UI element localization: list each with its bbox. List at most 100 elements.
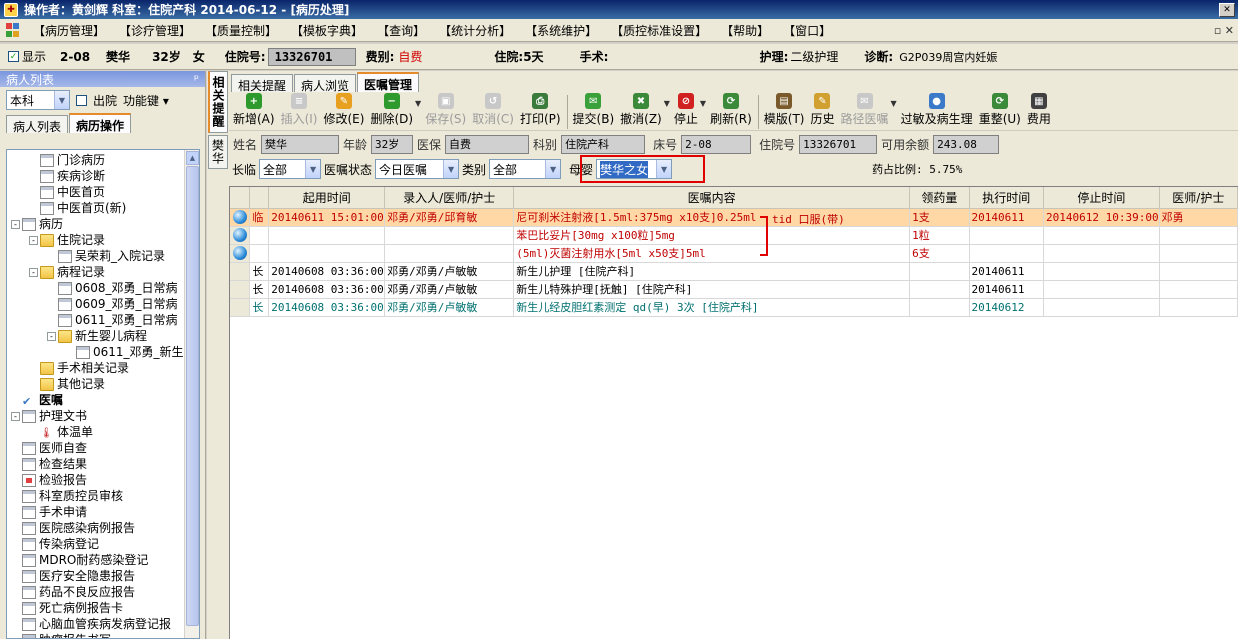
col-stop-time[interactable]: 停止时间 [1043,187,1160,209]
menu-item-6[interactable]: 【系统维护】 [518,22,604,39]
tree-item[interactable]: 医疗安全隐患报告 [11,568,183,584]
row-marker[interactable] [230,298,251,317]
cell-qty[interactable]: 1粒 [909,226,970,245]
cell-start[interactable]: 20140608 03:36:00 [268,262,386,281]
toolbar-button-14[interactable]: ● 过敏及病生理 [901,93,973,127]
cell-kind[interactable]: 长 [249,280,270,299]
tree-item[interactable]: 0611_邓勇_新生 [11,344,184,360]
vtab-patient[interactable]: 樊华 [208,135,228,169]
tab-record-operation[interactable]: 病历操作 [69,113,132,133]
col-order-content[interactable]: 医嘱内容 [513,187,911,209]
menu-item-8[interactable]: 【帮助】 [714,22,776,39]
menu-item-2[interactable]: 【质量控制】 [198,22,284,39]
tree-item[interactable]: 中医首页 [11,184,183,200]
collapse-icon[interactable]: - [47,331,56,341]
tree-item[interactable]: 其他记录 [11,376,183,392]
chevron-down-icon[interactable]: ▼ [443,160,459,178]
cell-exec[interactable]: 20140611 [969,262,1045,281]
toolbar-button-0[interactable]: + 新增(A) [233,93,275,127]
tree-item[interactable]: 吴荣莉_入院记录 [11,248,183,264]
cell-doc[interactable] [1159,226,1238,245]
table-row[interactable]: (5ml)灭菌注射用水[5ml x50支]5ml 6支 [230,244,1238,263]
long-temp-combo[interactable]: 全部 ▼ [259,159,322,179]
col-marker[interactable] [230,187,251,209]
cell-stop[interactable] [1043,262,1160,281]
tree-item[interactable]: 🌡 体温单 [11,424,183,440]
dropdown-arrow-icon[interactable]: ▼ [415,99,421,108]
cell-who[interactable]: 邓勇/邓勇/卢敏敏 [384,280,515,299]
toolbar-button-13[interactable]: ✉ 路径医嘱 [841,93,889,127]
cell-stop[interactable] [1043,226,1160,245]
toolbar-button-4[interactable]: ▣ 保存(S) [425,93,466,127]
collapse-icon[interactable]: - [29,235,38,245]
col-doctor-nurse[interactable]: 医师/护士 [1159,187,1238,209]
cell-doc[interactable] [1159,262,1238,281]
cell-exec[interactable]: 20140611 [969,208,1045,227]
tree-item[interactable]: 肿瘤报告书写 [11,632,183,638]
col-start-time[interactable]: 起用时间 [268,187,386,209]
scroll-up-icon[interactable]: ▲ [186,151,199,165]
cell-who[interactable] [384,244,515,263]
cell-stop[interactable] [1043,280,1160,299]
cell-exec[interactable] [969,244,1045,263]
close-window-button[interactable]: ✕ [1219,2,1235,17]
dropdown-arrow-icon[interactable]: ▼ [700,99,706,108]
cell-start[interactable]: 20140608 03:36:00 [268,298,386,317]
menu-item-4[interactable]: 【查询】 [370,22,432,39]
discharge-checkbox[interactable] [76,94,87,106]
cell-stop[interactable]: 20140612 10:39:00 [1043,208,1160,227]
row-marker[interactable] [230,208,251,227]
tree-item[interactable]: - 病历 [11,216,183,232]
tree-item[interactable]: 死亡病例报告卡 [11,600,183,616]
cell-qty[interactable]: 1支 [909,208,970,227]
tree-item[interactable]: - 病程记录 [11,264,183,280]
toolbar-button-5[interactable]: ↺ 取消(C) [472,93,514,127]
cell-doc[interactable]: 邓勇 [1159,208,1238,227]
table-row[interactable]: 长 20140608 03:36:00 邓勇/邓勇/卢敏敏 新生儿护理 [住院产科] 2… [230,262,1238,281]
type-combo[interactable]: 全部 ▼ [489,159,562,179]
menu-item-0[interactable]: 【病历管理】 [26,22,112,39]
toolbar-button-16[interactable]: ▦ 费用 [1027,93,1051,127]
tree-item[interactable]: 0609_邓勇_日常病 [11,296,183,312]
tree-item[interactable]: 0608_邓勇_日常病 [11,280,183,296]
table-row[interactable]: 苯巴比妥片[30mg x100粒]5mg 1粒 [230,226,1238,245]
collapse-icon[interactable]: - [11,411,20,421]
cell-content[interactable]: 新生儿特殊护理[抚触] [住院产科] [513,280,911,299]
show-checkbox[interactable]: ✓ [8,51,19,62]
row-marker[interactable] [230,280,251,299]
row-marker[interactable] [230,226,251,245]
menu-item-7[interactable]: 【质控标准设置】 [604,22,714,39]
cell-content[interactable]: 尼可刹米注射液[1.5ml:375mg x10支]0.25ml [513,208,911,227]
toolbar-button-12[interactable]: ✎ 历史 [810,93,835,127]
cell-start[interactable]: 20140608 03:36:00 [268,280,386,299]
tree-item[interactable]: 心脑血管疾病发病登记报 [11,616,183,632]
chevron-down-icon[interactable]: ▼ [305,160,321,178]
tab-patient-browse[interactable]: 病人浏览 [294,74,357,93]
tree-item[interactable]: 手术相关记录 [11,360,183,376]
cell-who[interactable]: 邓勇/邓勇/卢敏敏 [384,298,515,317]
toolbar-button-10[interactable]: ⟳ 刷新(R) [710,93,752,127]
cell-doc[interactable] [1159,298,1238,317]
table-row[interactable]: 长 20140608 03:36:00 邓勇/邓勇/卢敏敏 新生儿经皮胆红素测定 qd… [230,298,1238,317]
row-marker[interactable] [230,262,251,281]
chevron-down-icon[interactable]: ▼ [545,160,561,178]
cell-exec[interactable]: 20140612 [969,298,1045,317]
col-entered-by[interactable]: 录入人/医师/护士 [384,187,515,209]
cell-content[interactable]: 新生儿经皮胆红素测定 qd(早) 3次 [住院产科] [513,298,911,317]
tree-item[interactable]: 药品不良反应报告 [11,584,183,600]
tree-item[interactable]: - 护理文书 [11,408,183,424]
function-key-menu[interactable]: 功能键 ▾ [123,92,169,109]
menu-item-9[interactable]: 【窗口】 [776,22,838,39]
cell-start[interactable]: 20140611 15:01:00 [268,208,386,227]
cell-kind[interactable] [249,244,270,263]
tree-item[interactable]: 传染病登记 [11,536,183,552]
tree-item[interactable]: 手术申请 [11,504,183,520]
cell-qty[interactable] [909,298,970,317]
col-qty[interactable]: 领药量 [909,187,970,209]
status-combo[interactable]: 今日医嘱 ▼ [375,159,460,179]
cell-who[interactable]: 邓勇/邓勇/卢敏敏 [384,262,515,281]
toolbar-button-2[interactable]: ✎ 修改(E) [323,93,364,127]
cell-doc[interactable] [1159,280,1238,299]
cell-content[interactable]: 苯巴比妥片[30mg x100粒]5mg [513,226,911,245]
row-marker[interactable] [230,244,251,263]
